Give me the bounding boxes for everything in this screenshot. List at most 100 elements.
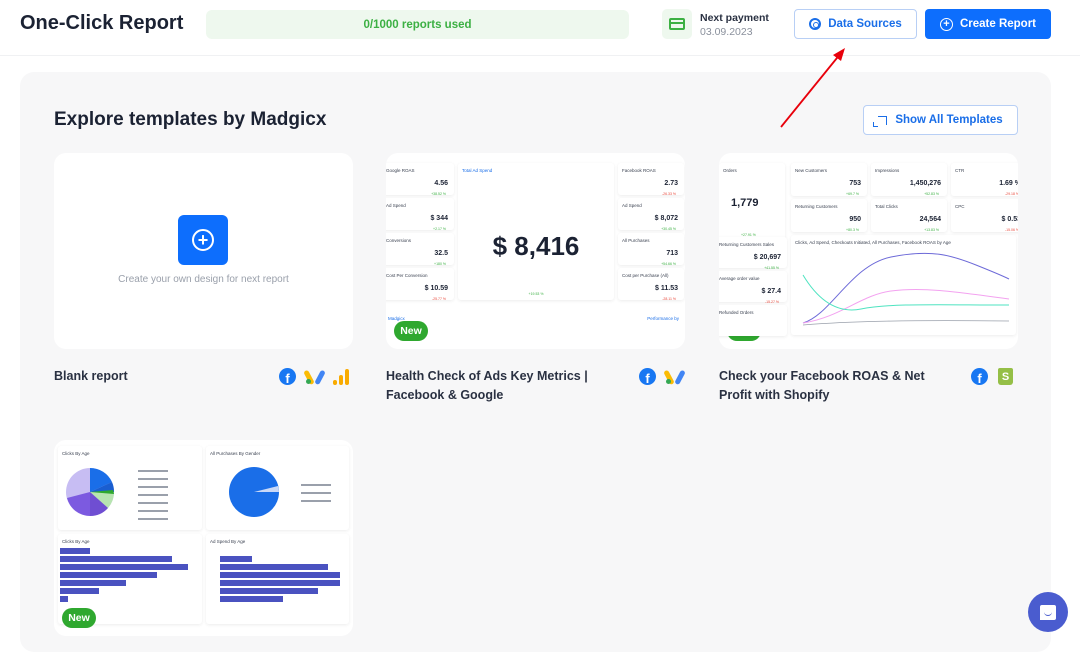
preview-metric-card: Returning Customers 950 +80.3 % [791, 199, 867, 232]
top-bar: One-Click Report 0/1000 reports used Nex… [0, 0, 1080, 56]
preview-big-value: $ 8,416 [492, 231, 580, 261]
template-card-demographics[interactable]: Clicks By Age All Purchases By Gender Cl… [54, 440, 353, 636]
template-card-shopify[interactable]: Orders 1,779 +27.91 % Clicks, Ad Spend, … [719, 153, 1018, 349]
preview-value: 1,450,276 [909, 180, 941, 187]
show-all-templates-button[interactable]: Show All Templates [863, 105, 1018, 135]
preview-change: +80.3 % [846, 228, 859, 232]
template-title[interactable]: Blank report [54, 367, 128, 386]
preview-value: $ 8,072 [654, 215, 678, 222]
data-sources-button[interactable]: Data Sources [794, 9, 917, 39]
preview-change: +52.83 % [924, 192, 939, 196]
preview-metric-card: Facebook ROAS 2.73 -26.33 % [618, 163, 684, 196]
create-report-label: Create Report [959, 18, 1037, 30]
source-icons: f [639, 368, 686, 386]
preview-label: Refunded Orders [719, 310, 754, 315]
preview-metric-card: Cost Per Conversion $ 10.59 -25.77 % [386, 268, 454, 301]
preview-value: $ 20,697 [753, 254, 781, 261]
preview-value: $ 10.59 [424, 285, 448, 292]
preview-metric-card: Conversions 32.5 +180 % [386, 233, 454, 266]
preview-pie-age: Clicks By Age [58, 446, 202, 530]
preview-value: $ 0.53 [1001, 216, 1018, 223]
template-title[interactable]: Health Check of Ads Key Metrics | Facebo… [386, 367, 606, 405]
preview-change: -29.18 % [1004, 192, 1018, 196]
preview-label: Total Clicks [875, 204, 898, 209]
preview-label: Conversions [386, 238, 412, 243]
preview-label: Total Ad Spend [462, 168, 493, 173]
data-sources-label: Data Sources [828, 18, 902, 30]
preview-label: Facebook ROAS [622, 168, 656, 173]
preview-change: -28.11 % [662, 297, 676, 301]
preview-label: Cost per Purchase (All) [622, 273, 669, 278]
preview-value: $ 11.53 [655, 285, 678, 292]
preview-change: +54.66 % [661, 262, 676, 266]
preview-label: Average order value [719, 276, 760, 281]
preview-metric-card: Google ROAS 4.56 +38.52 % [386, 163, 454, 196]
preview-change: +2.17 % [433, 227, 446, 231]
preview-label: CPC [955, 204, 965, 209]
preview-footer-right: Performance by [647, 316, 679, 321]
preview-label: New Customers [795, 168, 828, 173]
create-blank-button[interactable]: + [178, 215, 228, 265]
preview-pie-svg [229, 467, 331, 517]
preview-pie-gender: All Purchases By Gender [206, 446, 349, 530]
preview-metric-card: Ad Spend $ 344 +2.17 % [386, 198, 454, 231]
preview-orders: Orders 1,779 +27.91 % [719, 163, 785, 241]
template-card-blank[interactable]: + Create your own design for next report [54, 153, 353, 349]
next-payment-date: 03.09.2023 [700, 26, 753, 38]
preview-bar-svg [220, 556, 340, 602]
chat-icon [1040, 604, 1056, 620]
preview-metric-card: Cost per Purchase (All) $ 11.53 -28.11 % [618, 268, 684, 301]
preview-value: 4.56 [434, 180, 448, 187]
preview-label: Ad Spend [622, 203, 642, 208]
source-icons: f [279, 368, 350, 386]
preview-change: -26.33 % [661, 192, 676, 196]
preview-metric-card: Average order value $ 27.4 -15.27 % [719, 271, 787, 304]
preview-label: Returning Customers [795, 204, 838, 209]
template-title[interactable]: Check your Facebook ROAS & Net Profit wi… [719, 367, 949, 405]
preview-value: 753 [849, 180, 861, 187]
google-analytics-icon [333, 368, 350, 385]
facebook-icon: f [279, 368, 296, 385]
preview-value: 1,779 [731, 197, 759, 209]
create-report-button[interactable]: + Create Report [925, 9, 1051, 39]
preview-change: -25.77 % [431, 297, 446, 301]
preview-value: 1.69 % [999, 180, 1018, 187]
preview-change: +38.52 % [431, 192, 446, 196]
template-card-health-check[interactable]: Total Ad Spend $ 8,416 +19.53 % Madgicx … [386, 153, 685, 349]
preview-change: -15.27 % [764, 300, 779, 304]
gear-icon [809, 18, 822, 30]
preview-label: Orders [723, 168, 737, 173]
facebook-icon: f [639, 368, 656, 385]
preview-metric-card: CPC $ 0.53 -15.06 % [951, 199, 1018, 232]
new-badge: New [394, 321, 428, 341]
usage-indicator: 0/1000 reports used [206, 10, 629, 39]
source-icons: f S [971, 368, 1013, 385]
preview-value: 950 [849, 216, 861, 223]
preview-label: Ad Spend [386, 203, 406, 208]
preview-label: All Purchases [622, 238, 650, 243]
google-ads-icon [303, 369, 326, 386]
preview-value: 2.73 [664, 180, 678, 187]
preview-change: +13.83 % [924, 228, 939, 232]
preview-metric-card: All Purchases 713 +54.66 % [618, 233, 684, 266]
preview-value: 713 [666, 250, 678, 257]
preview-value: 32.5 [434, 250, 448, 257]
preview-label: Cost Per Conversion [386, 273, 428, 278]
preview-value: $ 27.4 [761, 288, 781, 295]
preview-value: 24,564 [919, 216, 941, 223]
section-title: Explore templates by Madgicx [54, 109, 327, 130]
preview-label: Returning Customers Sales [719, 242, 775, 247]
chat-support-button[interactable] [1028, 592, 1068, 632]
preview-pie-svg [66, 467, 168, 520]
preview-change: +30.45 % [661, 227, 676, 231]
credit-card-icon [662, 9, 692, 39]
preview-label: Impressions [875, 168, 900, 173]
show-all-label: Show All Templates [895, 114, 1003, 126]
google-ads-icon [663, 369, 686, 386]
preview-metric-card: CTR 1.69 % -29.18 % [951, 163, 1018, 196]
preview-metric-card: Total Clicks 24,564 +13.83 % [871, 199, 947, 232]
expand-icon [873, 115, 888, 127]
preview-line-chart-svg [802, 252, 1010, 326]
preview-metric-card: Returning Customers Sales $ 20,697 +41.55 … [719, 237, 787, 270]
preview-label: CTR [955, 168, 965, 173]
